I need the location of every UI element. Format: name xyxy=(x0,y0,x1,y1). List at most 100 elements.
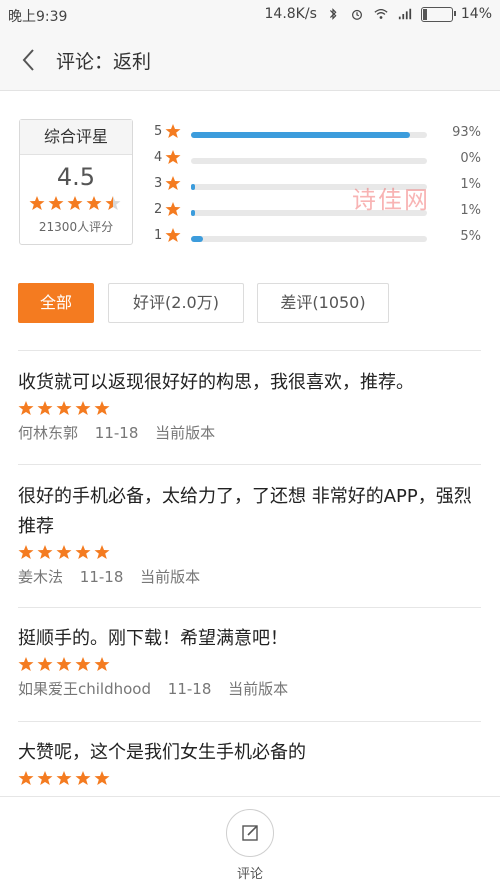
star-icon xyxy=(67,196,82,210)
star-icon xyxy=(37,401,53,415)
review-version: 当前版本 xyxy=(155,424,216,442)
back-button[interactable] xyxy=(14,44,46,76)
star-icon xyxy=(29,196,44,210)
star-icon xyxy=(75,771,91,785)
review-author: 何林东郭 xyxy=(18,424,79,442)
comment-label: 评论 xyxy=(236,867,263,882)
star-icon xyxy=(75,545,91,559)
star-icon xyxy=(48,196,63,210)
rating-percent: 93% xyxy=(452,125,481,140)
page-title: 评论：返利 xyxy=(56,51,152,73)
star-icon xyxy=(37,771,53,785)
star-icon xyxy=(37,545,53,559)
star-icon xyxy=(75,401,91,415)
review-stars xyxy=(18,770,481,786)
status-time: 晚上9:39 xyxy=(8,9,68,25)
rating-count: 21300人评分 xyxy=(38,220,114,234)
overall-rating-card: 综合评星 4.5 21300人评分 xyxy=(19,119,133,245)
overall-rating-label: 综合评星 xyxy=(20,120,132,155)
app-header: 评论：返利 xyxy=(0,30,500,91)
filter-positive-button[interactable]: 好评(2.0万) xyxy=(108,283,244,323)
divider xyxy=(18,607,481,608)
review-author: 姜木法 xyxy=(18,568,64,586)
star-icon xyxy=(75,657,91,671)
star-icon xyxy=(37,657,53,671)
rating-distribution-row: 2 1% xyxy=(154,202,484,222)
rating-bar-track xyxy=(191,236,427,242)
write-comment-button[interactable] xyxy=(226,809,274,857)
review-item[interactable]: 大赞呢，这个是我们女生手机必备的 xyxy=(18,738,481,786)
review-stars xyxy=(18,544,481,560)
battery-icon xyxy=(420,6,456,22)
rating-percent: 5% xyxy=(460,229,481,244)
divider xyxy=(18,464,481,465)
filter-negative-button[interactable]: 差评(1050) xyxy=(257,283,389,323)
review-date: 11-18 xyxy=(167,680,212,698)
divider xyxy=(18,350,481,351)
review-text: 挺顺手的。刚下载！希望满意吧！ xyxy=(18,628,288,649)
review-version: 当前版本 xyxy=(140,568,201,586)
star-icon xyxy=(56,401,72,415)
star-icon xyxy=(94,657,110,671)
battery-percent: 14% xyxy=(460,6,492,22)
star-icon xyxy=(56,657,72,671)
overall-stars xyxy=(20,195,132,214)
bottom-bar: 评论 xyxy=(0,796,500,890)
review-author: 如果爱王childhood xyxy=(18,680,151,698)
rating-distribution-row: 3 1% xyxy=(154,176,484,196)
review-text: 很好的手机必备，太给力了，了还想 非常好的APP，强烈推荐 xyxy=(18,486,472,537)
star-icon xyxy=(94,771,110,785)
signal-icon xyxy=(398,8,411,20)
wifi-icon xyxy=(374,8,388,19)
star-icon xyxy=(56,545,72,559)
star-icon xyxy=(165,176,181,190)
review-text: 收货就可以返现很好好的构思，我很喜欢，推荐。 xyxy=(18,372,414,393)
rating-distribution-row: 4 0% xyxy=(154,150,484,170)
star-icon xyxy=(86,196,101,210)
rating-level: 1 xyxy=(154,228,163,243)
divider xyxy=(18,721,481,722)
review-meta: 如果爱王childhood 11-18 当前版本 xyxy=(18,678,481,699)
review-meta: 姜木法 11-18 当前版本 xyxy=(18,566,481,587)
rating-percent: 0% xyxy=(460,151,481,166)
rating-percent: 1% xyxy=(460,177,481,192)
review-date: 11-18 xyxy=(79,568,124,586)
review-stars xyxy=(18,656,481,672)
review-item[interactable]: 很好的手机必备，太给力了，了还想 非常好的APP，强烈推荐 姜木法 11-18 … xyxy=(18,482,481,587)
rating-level: 5 xyxy=(154,124,163,139)
review-item[interactable]: 收货就可以返现很好好的构思，我很喜欢，推荐。 何林东郭 11-18 当前版本 xyxy=(18,368,481,443)
star-icon xyxy=(18,401,34,415)
rating-bar xyxy=(191,210,195,216)
star-icon xyxy=(94,401,110,415)
rating-distribution-row: 5 93% xyxy=(154,124,484,144)
rating-percent: 1% xyxy=(460,203,481,218)
rating-summary: 综合评星 4.5 21300人评分 5 93% 4 0% 3 1% 2 1% 1… xyxy=(0,90,500,260)
rating-bar-track xyxy=(191,158,427,164)
alarm-icon xyxy=(351,9,362,20)
star-icon xyxy=(94,545,110,559)
bluetooth-icon xyxy=(329,8,337,20)
status-bar: 晚上9:39 14.8K/s 14% xyxy=(0,0,500,30)
star-icon xyxy=(56,771,72,785)
star-icon xyxy=(165,150,181,164)
star-icon xyxy=(105,196,120,210)
review-item[interactable]: 挺顺手的。刚下载！希望满意吧！ 如果爱王childhood 11-18 当前版本 xyxy=(18,624,481,699)
star-icon xyxy=(165,202,181,216)
overall-score: 4.5 xyxy=(56,163,96,191)
review-date: 11-18 xyxy=(94,424,139,442)
edit-icon xyxy=(242,825,258,841)
star-icon xyxy=(18,771,34,785)
filter-all-button[interactable]: 全部 xyxy=(18,283,94,323)
watermark: 诗佳网 xyxy=(352,186,430,214)
rating-level: 4 xyxy=(154,150,163,165)
rating-level: 3 xyxy=(154,176,163,191)
review-text: 大赞呢，这个是我们女生手机必备的 xyxy=(18,742,306,763)
rating-distribution-row: 1 5% xyxy=(154,228,484,248)
review-version: 当前版本 xyxy=(228,680,289,698)
star-icon xyxy=(165,124,181,138)
network-speed: 14.8K/s xyxy=(264,6,317,22)
review-stars xyxy=(18,400,481,416)
star-icon xyxy=(18,657,34,671)
rating-bar xyxy=(191,132,411,138)
review-meta: 何林东郭 11-18 当前版本 xyxy=(18,422,481,443)
